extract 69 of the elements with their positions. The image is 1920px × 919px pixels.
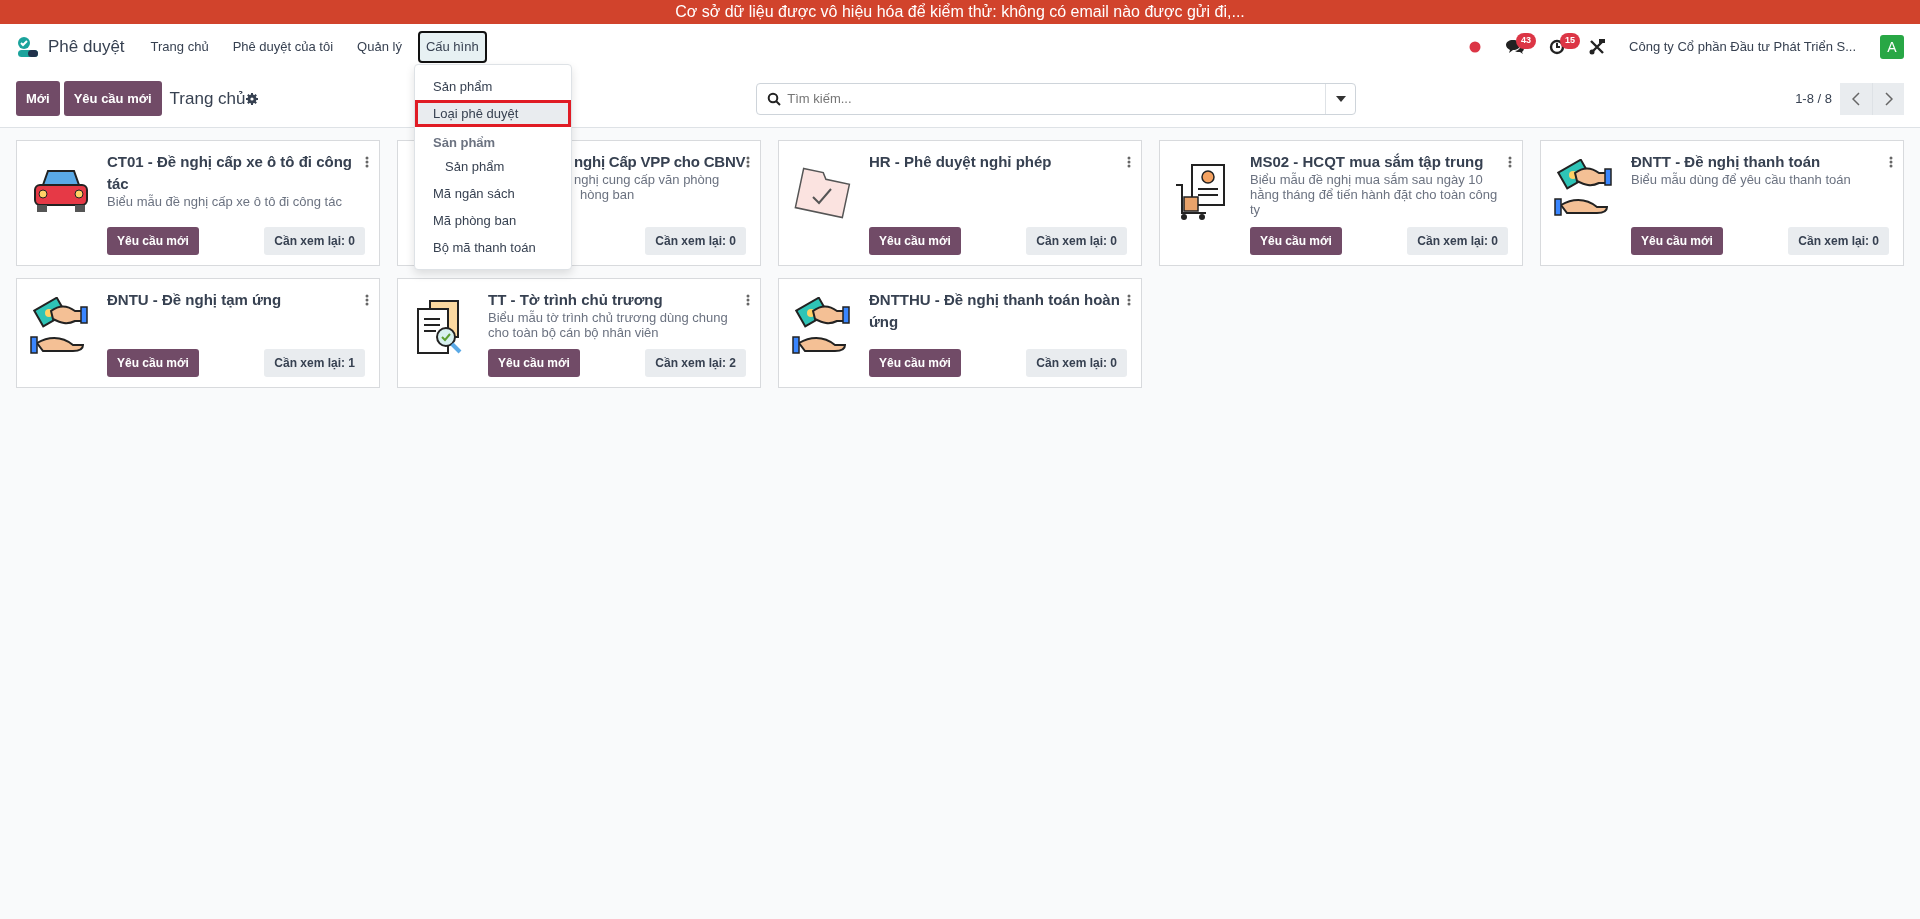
new-request-button[interactable]: Yêu cầu mới xyxy=(107,349,199,377)
app-name[interactable]: Phê duyệt xyxy=(48,34,125,60)
app-logo-icon xyxy=(16,36,40,58)
new-request-button[interactable]: Yêu cầu mới xyxy=(1631,227,1723,255)
review-count-button[interactable]: Cần xem lại: 0 xyxy=(264,227,365,255)
dropdown-item[interactable]: Sản phẩm xyxy=(415,73,571,100)
notification-badge: 15 xyxy=(1560,33,1581,49)
card-title[interactable]: nghị Cấp VPP cho CBNV xyxy=(574,151,746,173)
card-title[interactable]: CT01 - Đề nghị cấp xe ô tô đi công tác xyxy=(107,151,365,195)
review-count-button[interactable]: Cần xem lại: 0 xyxy=(645,227,746,255)
more-options-icon xyxy=(746,293,750,306)
card-title[interactable]: ĐNTTHU - Đề nghị thanh toán hoàn ứng xyxy=(869,289,1127,333)
more-options-icon xyxy=(746,155,750,168)
previous-button[interactable] xyxy=(1840,82,1872,115)
review-count-button[interactable]: Cần xem lại: 0 xyxy=(1788,227,1889,255)
more-options-icon xyxy=(1127,155,1131,168)
menu-item[interactable]: Phê duyệt của tôi xyxy=(224,31,342,63)
dropdown-item[interactable]: Mã ngân sách xyxy=(415,180,571,207)
card-title[interactable]: TT - Tờ trình chủ trương xyxy=(488,289,746,311)
review-count-button[interactable]: Cần xem lại: 0 xyxy=(1407,227,1508,255)
chevron-right-icon xyxy=(1884,91,1893,106)
search-icon xyxy=(767,91,782,106)
next-button[interactable] xyxy=(1872,82,1904,115)
dropdown-item[interactable]: Bộ mã thanh toán xyxy=(415,234,571,261)
warning-banner: Cơ sở dữ liệu được vô hiệu hóa để kiểm thử: không có email nào được gửi đi,... xyxy=(0,0,1920,24)
status-dot-icon xyxy=(1469,41,1482,53)
tools-icon xyxy=(1589,39,1606,55)
review-count-button[interactable]: Cần xem lại: 0 xyxy=(1026,227,1127,255)
card-title[interactable]: MS02 - HCQT mua sắm tập trung xyxy=(1250,151,1508,173)
caret-down-icon xyxy=(1335,95,1346,102)
card-title[interactable]: HR - Phê duyệt nghỉ phép xyxy=(869,151,1127,173)
menu-item[interactable]: Cấu hình xyxy=(417,31,487,63)
card-description: Biểu mẫu dùng để yêu cầu thanh toán xyxy=(1631,172,1852,188)
card-description: Biểu mẫu đề nghị cấp xe ô tô đi công tác xyxy=(107,194,343,210)
new-request-button[interactable]: Yêu cầu mới xyxy=(869,227,961,255)
new-button[interactable]: Yêu cầu mới xyxy=(63,80,162,117)
pager-text: 1-8 / 8 xyxy=(1795,89,1832,108)
review-count-button[interactable]: Cần xem lại: 1 xyxy=(264,349,365,377)
card-description: Biểu mẫu tờ trình chủ trương dùng chung cho toàn bộ cán bộ nhân viên xyxy=(488,310,729,341)
menu-item[interactable]: Quản lý xyxy=(349,31,410,63)
company-name[interactable]: Công ty Cổ phần Đầu tư Phát Triển S... xyxy=(1629,37,1856,57)
card-description: nghị cung cấp văn phòng xyxy=(574,172,721,188)
review-count-button[interactable]: Cần xem lại: 2 xyxy=(645,349,746,377)
search-box[interactable]: Tìm kiếm... xyxy=(756,82,1357,115)
more-options-icon xyxy=(1508,155,1512,168)
clock-icon xyxy=(1549,39,1566,55)
more-options-icon xyxy=(365,155,369,168)
chevron-left-icon xyxy=(1852,91,1860,106)
new-request-button[interactable]: Yêu cầu mới xyxy=(107,227,199,255)
new-request-button[interactable]: Yêu cầu mới xyxy=(1250,227,1342,255)
breadcrumb-text: Trang chủ xyxy=(169,87,246,110)
dropdown-item[interactable]: Sản phẩm xyxy=(415,153,571,180)
review-count-button[interactable]: Cần xem lại: 0 xyxy=(1026,349,1127,377)
dropdown-item[interactable]: Mã phòng ban xyxy=(415,207,571,234)
notification-badge: 43 xyxy=(1516,33,1537,49)
dropdown-item[interactable]: Loại phê duyệt xyxy=(415,100,571,127)
settings-icon xyxy=(245,92,258,105)
card-title[interactable]: ĐNTU - Đề nghị tạm ứng xyxy=(107,289,365,311)
menu-section-header: Sản phẩm xyxy=(432,134,497,152)
new-request-button[interactable]: Yêu cầu mới xyxy=(869,349,961,377)
menu-item[interactable]: Trang chủ xyxy=(142,31,217,63)
more-options-icon xyxy=(1127,293,1131,306)
new-request-button[interactable]: Yêu cầu mới xyxy=(488,349,580,377)
more-options-icon xyxy=(1889,155,1893,168)
more-options-icon xyxy=(365,293,369,306)
card-description: hòng ban xyxy=(580,187,635,203)
card-description: Biểu mẫu đề nghị mua sắm sau ngày 10 hằng tháng để tiến hành đặt cho toàn công ty xyxy=(1250,172,1499,218)
new-button[interactable]: Mới xyxy=(16,80,60,117)
card-title[interactable]: ĐNTT - Đề nghị thanh toán xyxy=(1631,151,1889,173)
